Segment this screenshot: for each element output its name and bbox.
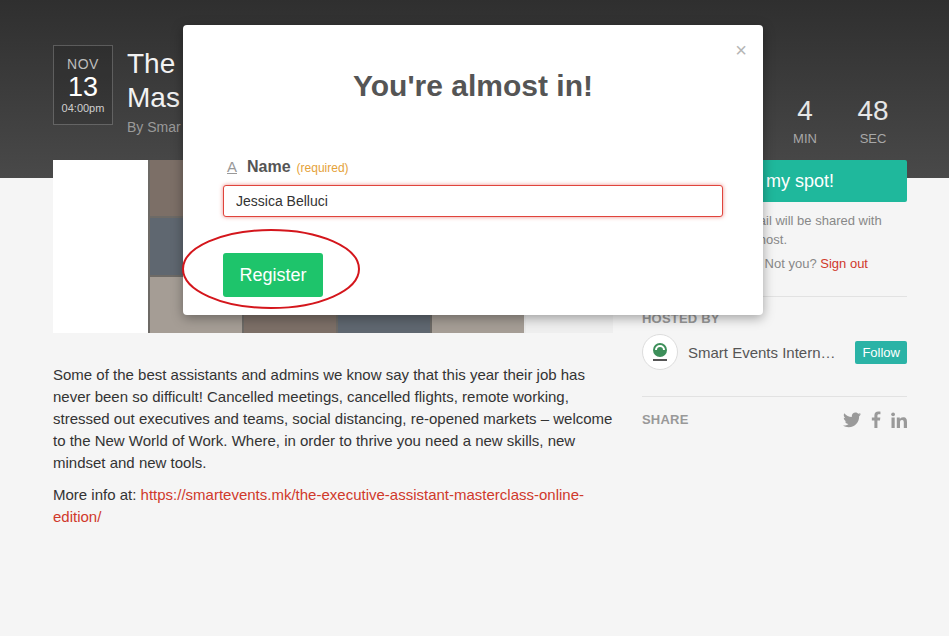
countdown-unit: MIN — [793, 131, 817, 146]
countdown-unit: SEC — [860, 131, 887, 146]
field-label: Name — [247, 158, 291, 176]
event-title: The Mas By Smar — [127, 47, 181, 135]
register-button[interactable]: Register — [223, 253, 323, 297]
event-description: Some of the best assistants and admins w… — [53, 364, 613, 474]
required-hint: (required) — [297, 161, 349, 175]
notice-line: mail will be shared with — [748, 211, 907, 230]
event-time: 04:00pm — [62, 102, 105, 114]
countdown: 4 MIN 48 SEC — [771, 95, 907, 146]
name-label: A Name (required) — [223, 158, 723, 176]
close-button[interactable]: × — [735, 39, 747, 61]
sign-out-link[interactable]: Sign out — [820, 256, 868, 271]
registration-modal: × You're almost in! A Name (required) Re… — [183, 25, 763, 315]
more-info: More info at: https://smartevents.mk/the… — [53, 484, 613, 528]
host-row: Smart Events Intern… Follow — [642, 334, 907, 370]
reserve-label[interactable]: my spot! — [766, 171, 834, 192]
title-line: The — [127, 47, 181, 81]
facebook-icon[interactable] — [871, 411, 881, 428]
twitter-icon[interactable] — [843, 412, 861, 428]
follow-button[interactable]: Follow — [855, 341, 907, 364]
countdown-value: 4 — [797, 95, 813, 127]
title-line: Mas — [127, 81, 181, 115]
modal-title: You're almost in! — [223, 69, 723, 103]
event-day: 13 — [68, 72, 98, 102]
host-logo-icon[interactable] — [642, 334, 678, 370]
text-field-icon: A — [223, 158, 241, 175]
host-name[interactable]: Smart Events Intern… — [688, 344, 855, 361]
date-card: NOV 13 04:00pm — [53, 45, 113, 125]
highlight-ellipse — [181, 228, 363, 310]
notice-line: e host. — [748, 230, 907, 249]
register-label[interactable]: Register — [239, 265, 306, 286]
event-byline[interactable]: By Smar — [127, 119, 181, 135]
countdown-item: 4 MIN — [771, 95, 839, 146]
countdown-value: 48 — [857, 95, 888, 127]
linkedin-icon[interactable] — [891, 412, 907, 428]
countdown-item: 48 SEC — [839, 95, 907, 146]
more-info-label: More info at: — [53, 486, 141, 503]
share-label: SHARE — [642, 412, 843, 427]
event-month: NOV — [67, 56, 99, 72]
name-input[interactable] — [223, 185, 723, 217]
